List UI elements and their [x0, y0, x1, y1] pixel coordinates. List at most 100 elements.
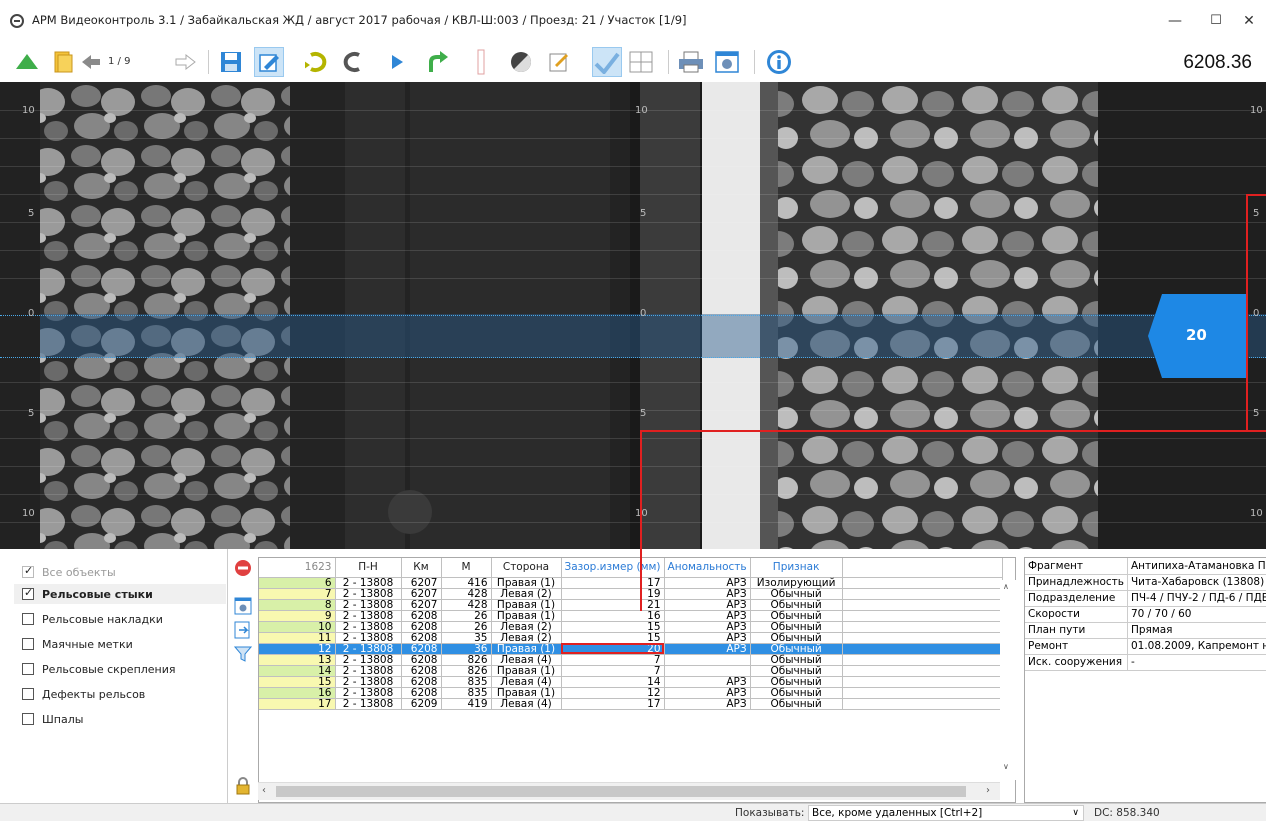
table-cell: Левая (2) — [491, 588, 562, 600]
table-row[interactable]: 12 2 - 13808 6208 36 Правая (1) 20 АРЗ Обычный — [259, 643, 1003, 655]
export-icon[interactable] — [234, 621, 252, 639]
open-folder-icon[interactable] — [48, 47, 78, 77]
annotation-line — [1246, 194, 1266, 196]
contrast-icon[interactable] — [506, 47, 536, 77]
table-cell: АРЗ — [664, 599, 751, 611]
lock-icon[interactable] — [234, 777, 252, 795]
table-row[interactable]: 92 - 13808 6208 26 Правая (1) 16 АРЗ Обычный — [259, 610, 1003, 622]
table-cell: 2 - 13808 — [335, 665, 402, 677]
table-row[interactable]: 10 2 - 13808 6208 26 Левая (2) 15 АРЗ Обычный — [259, 621, 1003, 633]
table-cell: АРЗ — [664, 698, 751, 710]
table-row[interactable]: 15 2 - 13808 6208 835 Левая (4) 14 АРЗ Обычный — [259, 676, 1003, 688]
filter-rail-plates[interactable]: Рельсовые накладки — [22, 609, 163, 629]
scroll-right-icon[interactable]: › — [986, 785, 990, 796]
dc-readout: DC: 858.340 — [1094, 807, 1160, 819]
table-cell: Правая (1) — [491, 599, 562, 611]
table-cell: 2 - 13808 — [335, 676, 402, 688]
filter-sleepers[interactable]: Шпалы — [22, 709, 83, 729]
table-row[interactable]: 72 - 13808 6207 428 Левая (2) 19 АРЗ Обычный — [259, 588, 1003, 600]
table-cell: Левая (4) — [491, 698, 562, 710]
table-horizontal-scrollbar[interactable]: ‹ › — [258, 782, 1000, 800]
collapse-up-icon[interactable] — [12, 47, 42, 77]
screenshot-small-icon[interactable] — [234, 597, 252, 615]
table-cell: 6207 — [401, 588, 442, 600]
table-cell: 11 — [259, 632, 336, 644]
scroll-left-icon[interactable]: ‹ — [262, 785, 266, 796]
filter-all-objects[interactable]: Все объекты — [22, 562, 116, 582]
close-button[interactable]: ✕ — [1234, 8, 1264, 34]
filter-rail-joints[interactable]: Рельсовые стыки — [14, 584, 226, 604]
print-icon[interactable] — [676, 47, 706, 77]
column-header[interactable]: Аномальность — [664, 558, 751, 578]
table-cell: Правая (1) — [491, 610, 562, 622]
display-filter-select[interactable]: Все, кроме удаленных [Ctrl+2] ∨ — [808, 805, 1084, 821]
gap-marker[interactable]: 20 — [1148, 294, 1248, 378]
edit-mode-icon[interactable] — [254, 47, 284, 77]
info-value: Чита-Хабаровск (13808) — [1127, 574, 1266, 591]
table-row[interactable]: 13 2 - 13808 6208 826 Левая (4) 7 Обычный — [259, 654, 1003, 666]
table-header: 1623 П-Н Км М Сторона Зазор.измер (мм) А… — [259, 558, 1003, 578]
delete-icon[interactable] — [234, 559, 252, 577]
undo-icon[interactable] — [302, 47, 332, 77]
column-header[interactable]: Сторона — [491, 558, 562, 578]
filter-rail-fasteners[interactable]: Рельсовые скрепления — [22, 659, 176, 679]
page-indicator: 1 / 9 — [108, 56, 131, 67]
table-vertical-scrollbar[interactable]: ∧ ∨ — [1000, 580, 1016, 780]
annotate-icon[interactable] — [544, 47, 574, 77]
checkbox-icon[interactable] — [22, 564, 34, 578]
table-cell: 12 — [259, 643, 336, 655]
screenshot-icon[interactable] — [712, 47, 742, 77]
checkbox-icon[interactable] — [22, 713, 34, 725]
checkbox-icon[interactable] — [22, 613, 34, 625]
annotation-line — [640, 430, 1266, 432]
table-cell: 835 — [441, 676, 492, 688]
column-header[interactable]: Признак — [750, 558, 843, 578]
table-cell: Правая (1) — [491, 643, 562, 655]
info-value: - — [1127, 654, 1266, 671]
column-header[interactable]: 1623 — [259, 558, 336, 578]
table-row[interactable]: 17 2 - 13808 6209 419 Левая (4) 17 АРЗ Обычный — [259, 698, 1003, 710]
annotation-line — [640, 430, 642, 549]
table-cell: 14 — [259, 665, 336, 677]
table-row[interactable]: 82 - 13808 6207 428 Правая (1) 21 АРЗ Обычный — [259, 599, 1003, 611]
column-header[interactable]: Км — [401, 558, 442, 578]
redo-icon[interactable] — [338, 47, 368, 77]
table-cell: 10 — [259, 621, 336, 633]
save-icon[interactable] — [216, 47, 246, 77]
checkbox-icon[interactable] — [22, 586, 34, 600]
measure-tool-icon[interactable] — [592, 47, 622, 77]
table-cell: 36 — [441, 643, 492, 655]
filter-icon[interactable] — [233, 645, 253, 663]
checkbox-icon[interactable] — [22, 663, 34, 675]
video-frame-viewer[interactable]: 10 5 0 5 10 10 5 0 5 10 10 5 0 5 10 20 — [0, 82, 1266, 549]
grid-icon[interactable] — [626, 47, 656, 77]
filter-rail-defects[interactable]: Дефекты рельсов — [22, 684, 145, 704]
table-cell: 6208 — [401, 676, 442, 688]
scroll-down-icon[interactable]: ∨ — [1003, 762, 1009, 771]
table-row[interactable]: 62 - 13808 6207 416 Правая (1) 17 АРЗ Изолирую… — [259, 577, 1003, 589]
table-row[interactable]: 11 2 - 13808 6208 35 Левая (2) 15 АРЗ Обычный — [259, 632, 1003, 644]
checkbox-icon[interactable] — [22, 688, 34, 700]
table-cell: Правая (1) — [491, 577, 562, 589]
column-header[interactable]: Зазор.измер (мм) — [561, 558, 665, 578]
table-row[interactable]: 14 2 - 13808 6208 826 Правая (1) 7 Обычный — [259, 665, 1003, 677]
maximize-button[interactable]: ☐ — [1196, 8, 1236, 34]
chevron-down-icon: ∨ — [1072, 808, 1079, 818]
table-row[interactable]: 16 2 - 13808 6208 835 Правая (1) 12 АРЗ Обычный — [259, 687, 1003, 699]
column-header[interactable]: П-Н — [335, 558, 402, 578]
scroll-up-icon[interactable]: ∧ — [1003, 582, 1009, 591]
prev-page-icon[interactable] — [76, 47, 106, 77]
table-cell: 2 - 13808 — [335, 588, 402, 600]
next-page-icon[interactable] — [170, 47, 200, 77]
checkbox-icon[interactable] — [22, 638, 34, 650]
minimize-button[interactable]: — — [1155, 8, 1195, 34]
ruler-right-label: 5 — [1253, 208, 1260, 219]
info-icon[interactable] — [764, 47, 794, 77]
vertical-line-icon[interactable] — [466, 47, 496, 77]
gap-band-bottom-line — [0, 357, 1266, 358]
filter-beacon-marks[interactable]: Маячные метки — [22, 634, 133, 654]
play-icon[interactable] — [382, 47, 412, 77]
scrollbar-thumb[interactable] — [276, 786, 966, 797]
column-header[interactable]: М — [441, 558, 492, 578]
turn-right-icon[interactable] — [422, 47, 452, 77]
